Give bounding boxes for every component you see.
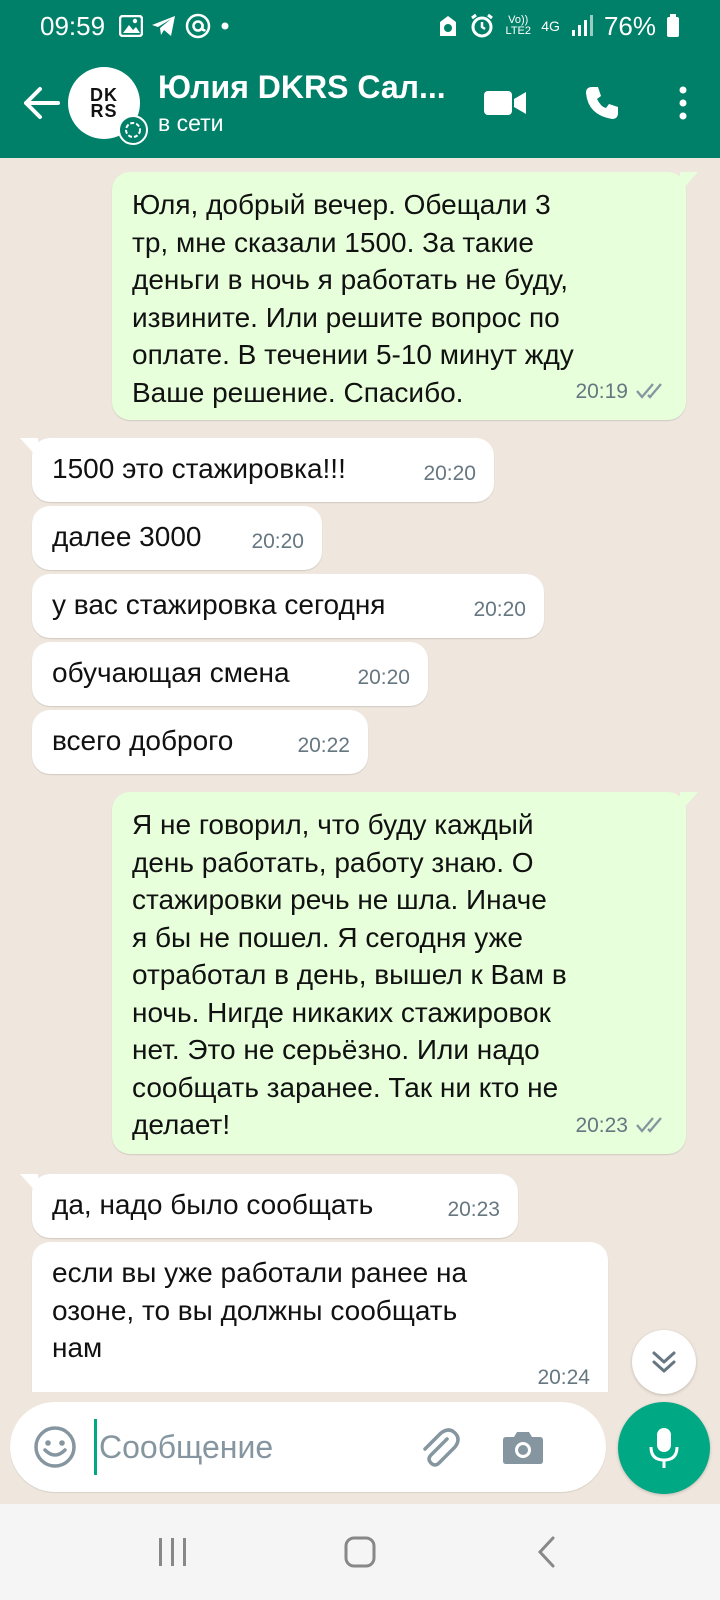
header-actions (484, 85, 688, 121)
message-text: Я не говорил, что буду каждый день работ… (132, 809, 567, 1140)
outgoing-message[interactable]: Юля, добрый вечер. Обещали 3 тр, мне ска… (112, 172, 698, 420)
message-text: если вы уже работали ранее на озоне, то … (52, 1257, 468, 1363)
alarm-icon (471, 13, 494, 38)
message-text: 1500 это стажировка!!! (52, 453, 346, 484)
volte-label: Vo)) LTE2 (505, 14, 531, 37)
incoming-message[interactable]: да, надо было сообщать 20:23 (20, 1174, 518, 1238)
status-time: 09:59 (40, 10, 106, 41)
status-ring-icon (118, 115, 148, 145)
incoming-message[interactable]: если вы уже работали ранее на озоне, то … (32, 1242, 608, 1392)
microphone-button[interactable] (618, 1402, 710, 1494)
notification-icons (119, 13, 231, 39)
scroll-to-bottom-button[interactable] (632, 1330, 696, 1394)
home-icon[interactable] (330, 1522, 390, 1582)
incoming-message[interactable]: у вас стажировка сегодня 20:20 (32, 574, 544, 638)
contact-info[interactable]: Юлия DKRS Сал... в сети (158, 69, 458, 137)
status-bar: 09:59 Vo)) LTE2 4G 76% (0, 0, 720, 52)
message-time: 20:20 (423, 461, 476, 485)
battery-icon (667, 14, 679, 37)
voice-call-icon[interactable] (584, 85, 620, 121)
message-time: 20:23 (447, 1197, 500, 1221)
back-arrow-icon[interactable] (12, 73, 72, 133)
incoming-message[interactable]: обучающая смена 20:20 (32, 642, 428, 706)
camera-icon[interactable] (498, 1422, 548, 1472)
message-input[interactable] (94, 1419, 414, 1475)
message-time: 20:23 (575, 1113, 628, 1137)
paperclip-icon[interactable] (414, 1422, 464, 1472)
more-options-icon[interactable] (678, 86, 688, 120)
recent-apps-icon[interactable] (143, 1522, 203, 1582)
emoji-icon[interactable] (32, 1424, 78, 1470)
back-nav-icon[interactable] (517, 1522, 577, 1582)
message-text: у вас стажировка сегодня (52, 589, 386, 620)
chat-header: DK RS Юлия DKRS Сал... в сети (0, 58, 720, 148)
dot-icon (221, 22, 229, 30)
at-icon (185, 13, 211, 39)
battery-percent: 76% (603, 10, 656, 41)
presence-status: в сети (158, 110, 224, 136)
incoming-message[interactable]: 1500 это стажировка!!! 20:20 (20, 438, 494, 502)
read-ticks-icon (636, 1117, 662, 1134)
message-time: 20:20 (473, 597, 526, 621)
contact-avatar[interactable]: DK RS (68, 67, 148, 145)
outgoing-message[interactable]: Я не говорил, что буду каждый день работ… (112, 792, 698, 1154)
message-time: 20:20 (357, 665, 410, 689)
message-time: 20:19 (575, 379, 628, 403)
double-chevron-down-icon (652, 1351, 676, 1373)
message-time: 20:22 (297, 733, 350, 757)
contact-name: Юлия DKRS Сал... (158, 69, 446, 105)
microphone-icon (649, 1428, 679, 1468)
system-navigation-bar (0, 1504, 720, 1600)
message-composer (10, 1402, 606, 1492)
message-time: 20:24 (537, 1365, 590, 1389)
read-ticks-icon (636, 383, 662, 400)
message-list[interactable]: Юля, добрый вечер. Обещали 3 тр, мне ска… (0, 158, 720, 1392)
signal-icon (571, 15, 593, 36)
message-text: да, надо было сообщать (52, 1189, 374, 1220)
telegram-icon (152, 16, 176, 36)
incoming-message[interactable]: всего доброго 20:22 (32, 710, 368, 774)
network-label: 4G (541, 18, 560, 34)
sync-icon (440, 16, 457, 36)
incoming-message[interactable]: далее 3000 20:20 (32, 506, 322, 570)
top-bar: 09:59 Vo)) LTE2 4G 76% DK RS Юлия DKRS С… (0, 0, 720, 158)
avatar-logo: DK RS (90, 85, 118, 121)
system-status: Vo)) LTE2 4G 76% (437, 11, 680, 42)
gallery-icon (119, 15, 144, 37)
video-call-icon[interactable] (484, 89, 526, 117)
message-text: обучающая смена (52, 657, 290, 688)
message-time: 20:20 (251, 529, 304, 553)
